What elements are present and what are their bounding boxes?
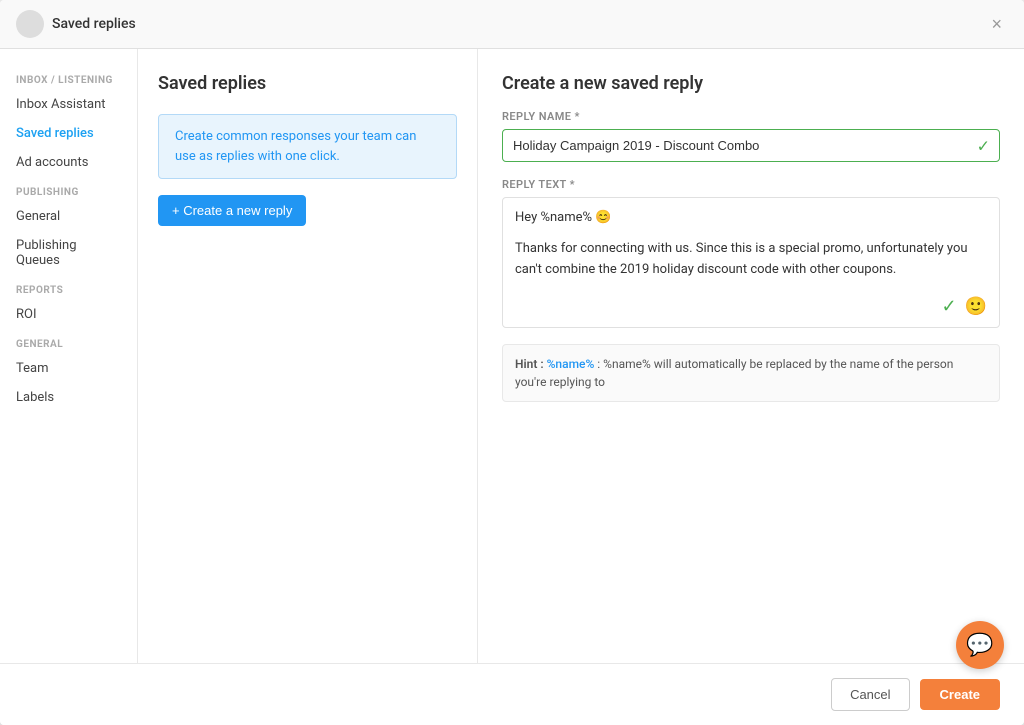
textarea-icons: ✓ 🙂 xyxy=(515,296,987,317)
sidebar-section-inbox: Inbox / Listening xyxy=(0,65,137,90)
sidebar-item-roi[interactable]: ROI xyxy=(0,300,137,329)
left-panel: Saved replies Create common responses yo… xyxy=(138,49,478,663)
reply-name-input-wrapper: ✓ xyxy=(502,129,1000,162)
hint-label: Hint : xyxy=(515,357,544,371)
modal-footer: Cancel Create xyxy=(0,663,1024,725)
reply-name-field: Reply Name * ✓ xyxy=(502,110,1000,162)
sidebar-section-reports: Reports xyxy=(0,275,137,300)
sidebar-item-inbox-assistant[interactable]: Inbox Assistant xyxy=(0,90,137,119)
textarea-emoji-icon[interactable]: 🙂 xyxy=(965,296,987,317)
reply-name-check-icon: ✓ xyxy=(977,136,990,155)
reply-name-input[interactable] xyxy=(502,129,1000,162)
right-panel: Create a new saved reply Reply Name * ✓ … xyxy=(478,49,1024,663)
sidebar-section-publishing: Publishing xyxy=(0,177,137,202)
cancel-button[interactable]: Cancel xyxy=(831,678,909,711)
reply-text-line-3: Thanks for connecting with us. Since thi… xyxy=(515,239,987,281)
main-content: Saved replies Create common responses yo… xyxy=(138,49,1024,663)
sidebar-item-labels[interactable]: Labels xyxy=(0,383,137,412)
hint-variable: %name% xyxy=(547,357,595,371)
sidebar-item-publishing-queues[interactable]: Publishing Queues xyxy=(0,231,137,275)
modal-container: Saved replies × Inbox / Listening Inbox … xyxy=(0,0,1024,725)
chat-fab-icon: 💬 xyxy=(966,633,993,658)
reply-name-label: Reply Name * xyxy=(502,110,1000,123)
sidebar: Inbox / Listening Inbox Assistant Saved … xyxy=(0,49,138,663)
modal-icon xyxy=(16,10,44,38)
reply-text-field: Reply Text * Hey %name% 😊 Thanks for con… xyxy=(502,178,1000,328)
title-bar: Saved replies × xyxy=(0,0,1024,49)
reply-text-label: Reply Text * xyxy=(502,178,1000,191)
reply-text-content: Hey %name% 😊 Thanks for connecting with … xyxy=(515,208,987,288)
sidebar-section-general: General xyxy=(0,329,137,354)
chat-fab-button[interactable]: 💬 xyxy=(956,621,1004,669)
reply-text-line-1: Hey %name% 😊 xyxy=(515,208,987,229)
info-box-text: Create common responses your team can us… xyxy=(175,127,440,166)
modal-body: Inbox / Listening Inbox Assistant Saved … xyxy=(0,49,1024,663)
hint-box: Hint : %name% : %name% will automaticall… xyxy=(502,344,1000,402)
modal-title: Saved replies xyxy=(52,16,136,32)
title-bar-left: Saved replies xyxy=(16,10,136,38)
sidebar-item-saved-replies[interactable]: Saved replies xyxy=(0,119,137,148)
info-box: Create common responses your team can us… xyxy=(158,114,457,179)
sidebar-item-general[interactable]: General xyxy=(0,202,137,231)
create-new-reply-button[interactable]: + Create a new reply xyxy=(158,195,306,226)
close-button[interactable]: × xyxy=(985,13,1008,35)
textarea-check-icon: ✓ xyxy=(941,296,956,317)
reply-text-line-2 xyxy=(515,229,987,239)
sidebar-item-ad-accounts[interactable]: Ad accounts xyxy=(0,148,137,177)
reply-text-wrapper[interactable]: Hey %name% 😊 Thanks for connecting with … xyxy=(502,197,1000,328)
sidebar-item-team[interactable]: Team xyxy=(0,354,137,383)
left-panel-title: Saved replies xyxy=(158,73,457,94)
right-panel-title: Create a new saved reply xyxy=(502,73,1000,94)
create-button[interactable]: Create xyxy=(920,679,1000,710)
